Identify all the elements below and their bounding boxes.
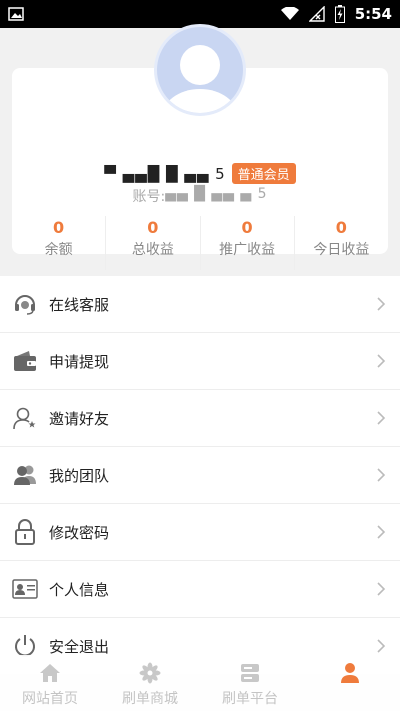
- menu-label: 安全退出: [49, 637, 110, 656]
- chevron-right-icon: [374, 468, 388, 482]
- user-icon: [339, 662, 361, 684]
- image-icon: [8, 7, 24, 21]
- menu-item-withdraw[interactable]: 申请提现: [0, 333, 400, 390]
- stat-label: 推广收益: [219, 242, 276, 258]
- stat-value: 0: [53, 218, 65, 237]
- headset-icon: [12, 291, 38, 317]
- tab-label: 刷单商城: [122, 691, 178, 707]
- stat-value: 0: [335, 218, 347, 237]
- battery-charging-icon: [334, 5, 345, 23]
- menu-label: 个人信息: [49, 580, 110, 599]
- stat-value: 0: [241, 218, 253, 237]
- avatar[interactable]: [154, 24, 246, 116]
- profile-section: ▀ ▄▄█ █ ▄▄ 5 普通会员 账号: ▄▄ █ ▄▄ ▄ 5 0 余额 0…: [0, 24, 400, 276]
- menu-label: 修改密码: [49, 523, 110, 542]
- menu-label: 在线客服: [49, 295, 110, 314]
- member-badge: 普通会员: [231, 163, 296, 184]
- menu-item-personal-info[interactable]: 个人信息: [0, 561, 400, 618]
- invite-user-icon: [12, 405, 38, 431]
- team-icon: [12, 462, 38, 488]
- username: ▀ ▄▄█ █ ▄▄ 5: [104, 164, 226, 183]
- stat-label: 今日收益: [313, 242, 370, 258]
- stat-today-income[interactable]: 0 今日收益: [293, 216, 388, 270]
- menu-item-online-service[interactable]: 在线客服: [0, 276, 400, 333]
- stat-value: 0: [147, 218, 159, 237]
- stat-label: 余额: [44, 242, 73, 258]
- tab-platform[interactable]: 刷单平台: [200, 655, 300, 711]
- stat-total-income[interactable]: 0 总收益: [105, 216, 199, 270]
- tab-mall[interactable]: 刷单商城: [100, 655, 200, 711]
- bottom-tab-bar: 网站首页 刷单商城 刷单平台: [0, 655, 400, 711]
- menu-list: 在线客服 申请提现 邀请好友 我的团队 修改密码 个人信息 安全退出: [0, 276, 400, 675]
- wifi-icon: [280, 7, 299, 21]
- menu-label: 我的团队: [49, 466, 110, 485]
- server-icon: [239, 662, 261, 684]
- wallet-icon: [12, 348, 38, 374]
- stat-promo-income[interactable]: 0 推广收益: [199, 216, 294, 270]
- lock-icon: [12, 519, 38, 545]
- menu-label: 申请提现: [49, 352, 110, 371]
- chevron-right-icon: [374, 354, 388, 368]
- account-label: 账号:: [132, 189, 166, 205]
- stat-balance[interactable]: 0 余额: [12, 216, 105, 270]
- stat-label: 总收益: [131, 242, 174, 258]
- menu-item-change-password[interactable]: 修改密码: [0, 504, 400, 561]
- account-value: ▄▄ █ ▄▄ ▄ 5: [165, 186, 268, 202]
- chevron-right-icon: [374, 582, 388, 596]
- signal-off-icon: [308, 6, 325, 22]
- chevron-right-icon: [374, 297, 388, 311]
- menu-item-invite-friends[interactable]: 邀请好友: [0, 390, 400, 447]
- home-icon: [39, 662, 61, 684]
- tab-profile[interactable]: [300, 655, 400, 711]
- tab-home[interactable]: 网站首页: [0, 655, 100, 711]
- stats-row: 0 余额 0 总收益 0 推广收益 0 今日收益: [12, 216, 388, 270]
- menu-label: 邀请好友: [49, 409, 110, 428]
- chevron-right-icon: [374, 525, 388, 539]
- tab-label: 刷单平台: [222, 691, 278, 707]
- tab-label: 网站首页: [22, 691, 78, 707]
- chevron-right-icon: [374, 411, 388, 425]
- chevron-right-icon: [374, 639, 388, 653]
- id-card-icon: [12, 576, 38, 602]
- menu-item-my-team[interactable]: 我的团队: [0, 447, 400, 504]
- clock: 5:54: [354, 5, 392, 23]
- flower-icon: [139, 662, 161, 684]
